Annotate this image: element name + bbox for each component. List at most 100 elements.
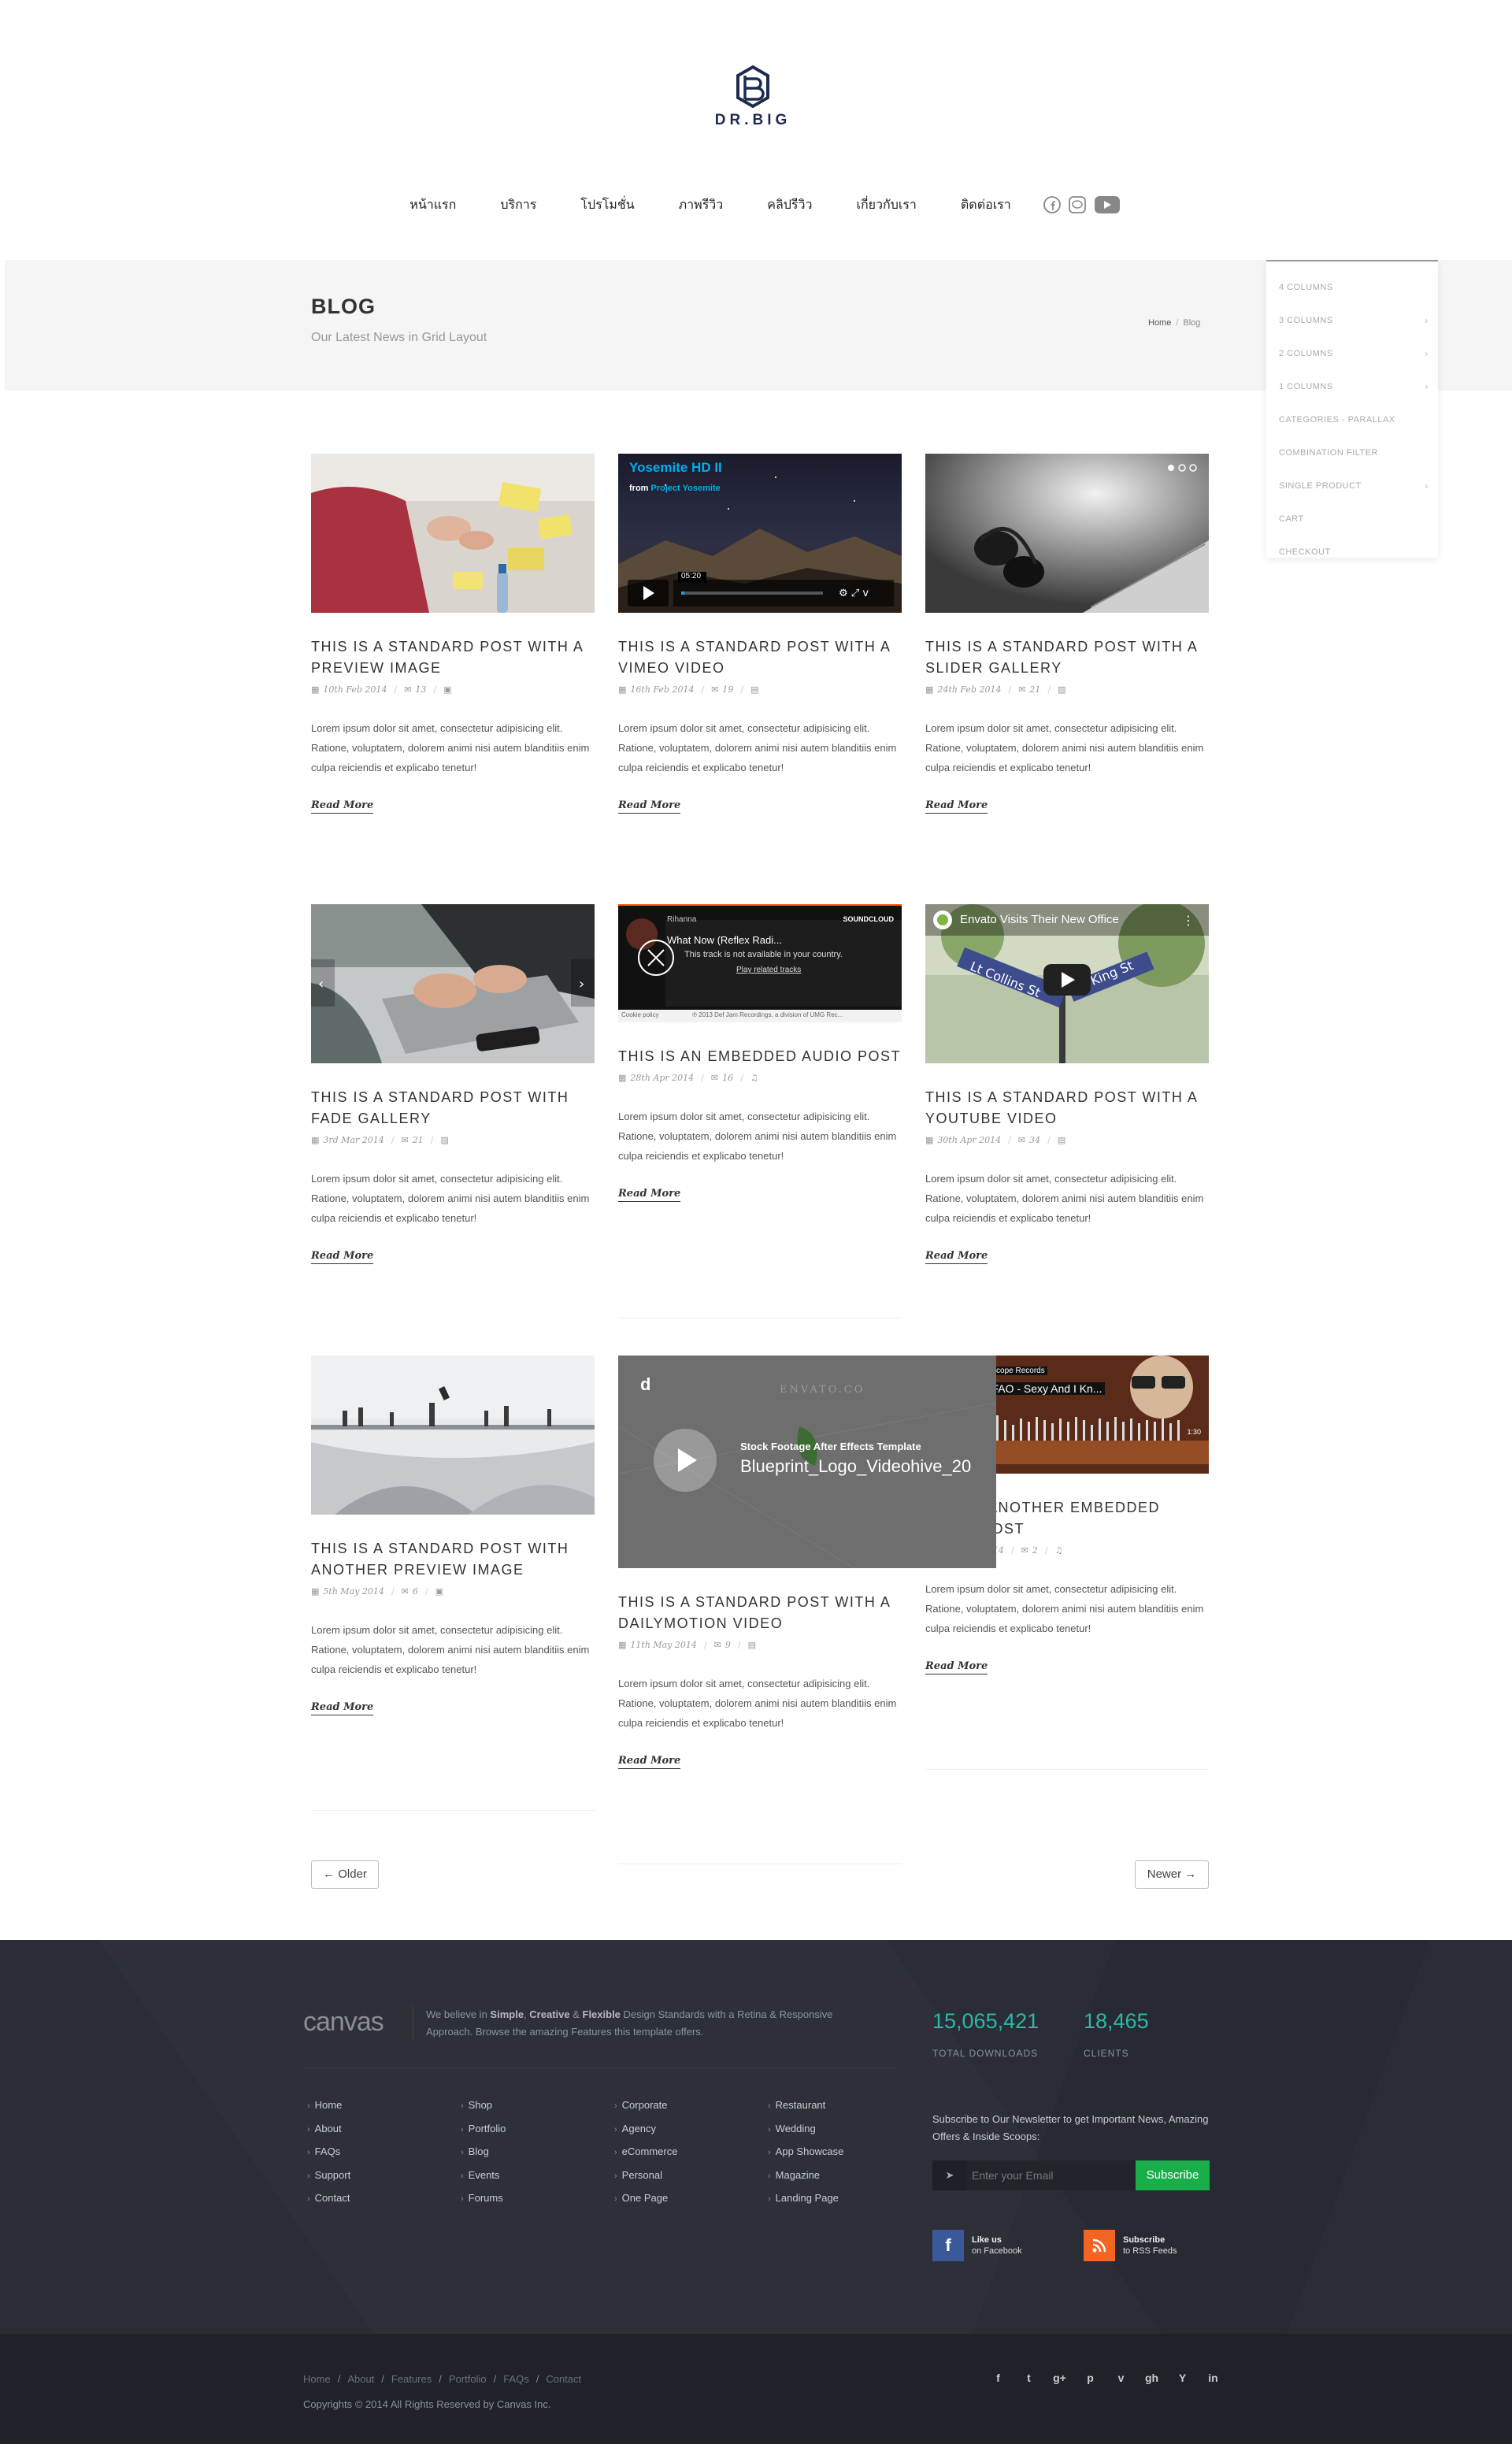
newer-button[interactable]: Newer →: [1135, 1860, 1209, 1889]
footer-link[interactable]: › Portfolio: [461, 2117, 506, 2141]
post-title[interactable]: THIS IS A STANDARD POST WITH A SLIDER GA…: [925, 636, 1209, 679]
subscribe-button[interactable]: Subscribe: [1136, 2160, 1210, 2190]
nav-photo-reviews[interactable]: ภาพรีวิว: [679, 195, 724, 215]
dropdown-item[interactable]: COMBINATION FILTER: [1266, 436, 1438, 469]
post-media[interactable]: [925, 454, 1209, 613]
line-icon[interactable]: [1068, 196, 1086, 213]
footer-link[interactable]: › Blog: [461, 2140, 506, 2164]
footer-link[interactable]: › Landing Page: [768, 2186, 843, 2210]
pinterest-icon[interactable]: p: [1075, 2372, 1106, 2384]
post-comments[interactable]: ✉ 13: [404, 684, 426, 695]
dropdown-item[interactable]: 4 COLUMNS: [1266, 271, 1438, 304]
copyright-link[interactable]: About: [347, 2373, 374, 2385]
post-comments[interactable]: ✉ 6: [402, 1586, 418, 1597]
youtube-title[interactable]: Envato Visits Their New Office: [960, 913, 1119, 926]
footer-link[interactable]: › Magazine: [768, 2164, 843, 2187]
post-media[interactable]: ‹ ›: [311, 904, 595, 1063]
dailymotion-logo[interactable]: d: [640, 1374, 650, 1395]
footer-link[interactable]: › One Page: [614, 2186, 677, 2210]
footer-link[interactable]: › Corporate: [614, 2094, 677, 2117]
post-title[interactable]: THIS IS A STANDARD POST WITH A PREVIEW I…: [311, 636, 595, 679]
dailymotion-embed[interactable]: d ENVATO.CO Stock Footage After Effects …: [618, 1356, 996, 1568]
dropdown-item[interactable]: CATEGORIES - PARALLAX: [1266, 403, 1438, 436]
facebook-icon[interactable]: f: [983, 2372, 1014, 2384]
post-media[interactable]: Rihanna SOUNDCLOUD What Now (Reflex Radi…: [618, 904, 902, 1022]
footer-link[interactable]: › Forums: [461, 2186, 506, 2210]
post-title[interactable]: THIS IS A STANDARD POST WITH A YOUTUBE V…: [925, 1087, 1209, 1129]
rss-subscribe-box[interactable]: Subscribe to RSS Feeds: [1084, 2230, 1177, 2261]
read-more-link[interactable]: Read More: [618, 1755, 681, 1769]
footer-link[interactable]: › About: [307, 2117, 350, 2141]
facebook-like-box[interactable]: f Like us on Facebook: [932, 2230, 1022, 2261]
vimeo-title[interactable]: Yosemite HD II: [629, 460, 722, 476]
dropdown-item[interactable]: 3 COLUMNS ›: [1266, 304, 1438, 337]
copyright-link[interactable]: Features: [391, 2373, 432, 2385]
read-more-link[interactable]: Read More: [311, 799, 374, 814]
logo[interactable]: DR.BIG: [698, 57, 808, 151]
dropdown-item[interactable]: 1 COLUMNS ›: [1266, 370, 1438, 403]
dropdown-item[interactable]: SINGLE PRODUCT ›: [1266, 469, 1438, 503]
soundcloud-logo[interactable]: SOUNDCLOUD: [843, 915, 895, 923]
footer-link[interactable]: › Wedding: [768, 2117, 843, 2141]
breadcrumb-home[interactable]: Home: [1148, 318, 1171, 328]
vimeo-icon[interactable]: v: [1106, 2372, 1136, 2384]
footer-link[interactable]: › Restaurant: [768, 2094, 843, 2117]
post-comments[interactable]: ✉ 34: [1018, 1135, 1040, 1145]
post-comments[interactable]: ✉ 19: [711, 684, 733, 695]
nav-promotions[interactable]: โปรโมชั่น: [580, 195, 634, 215]
post-title[interactable]: THIS IS AN EMBEDDED AUDIO POST: [618, 1046, 902, 1067]
dropdown-item[interactable]: 2 COLUMNS ›: [1266, 337, 1438, 370]
nav-home[interactable]: หน้าแรก: [410, 195, 456, 215]
post-title[interactable]: THIS IS A STANDARD POST WITH ANOTHER PRE…: [311, 1538, 595, 1581]
facebook-icon[interactable]: [1043, 196, 1061, 213]
read-more-link[interactable]: Read More: [618, 799, 681, 814]
post-comments[interactable]: ✉ 21: [1018, 684, 1040, 695]
footer-link[interactable]: › Home: [307, 2094, 350, 2117]
footer-link[interactable]: › Events: [461, 2164, 506, 2187]
read-more-link[interactable]: Read More: [311, 1250, 374, 1264]
post-comments[interactable]: ✉ 16: [711, 1073, 733, 1083]
dropdown-item[interactable]: CHECKOUT: [1266, 536, 1438, 569]
nav-services[interactable]: บริการ: [500, 195, 536, 215]
post-media[interactable]: [311, 1356, 595, 1515]
read-more-link[interactable]: Read More: [925, 1660, 988, 1674]
linkedin-icon[interactable]: in: [1198, 2372, 1228, 2384]
older-button[interactable]: ← Older: [311, 1860, 379, 1889]
nav-contact[interactable]: ติดต่อเรา: [961, 195, 1011, 215]
post-comments[interactable]: ✉ 2: [1021, 1545, 1038, 1556]
footer-link[interactable]: › Agency: [614, 2117, 677, 2141]
copyright-link[interactable]: Contact: [546, 2373, 581, 2385]
dropdown-item[interactable]: CART: [1266, 503, 1438, 536]
read-more-link[interactable]: Read More: [925, 799, 988, 814]
footer-link[interactable]: › App Showcase: [768, 2140, 843, 2164]
footer-link[interactable]: › Contact: [307, 2186, 350, 2210]
play-related-link[interactable]: Play related tracks: [736, 966, 801, 974]
copyright-link[interactable]: Home: [303, 2373, 331, 2385]
post-title[interactable]: THIS IS A STANDARD POST WITH FADE GALLER…: [311, 1087, 595, 1129]
yahoo-icon[interactable]: Y: [1167, 2372, 1198, 2384]
nav-clip-reviews[interactable]: คลิปรีวิว: [767, 195, 812, 215]
read-more-link[interactable]: Read More: [311, 1701, 374, 1715]
footer-link[interactable]: › eCommerce: [614, 2140, 677, 2164]
post-comments[interactable]: ✉ 9: [714, 1640, 731, 1650]
post-media[interactable]: ⚙ ⤢ v Yosemite HD II from Project Yosemi…: [618, 454, 902, 613]
read-more-link[interactable]: Read More: [618, 1188, 681, 1202]
nav-about[interactable]: เกี่ยวกับเรา: [857, 195, 917, 215]
twitter-icon[interactable]: t: [1014, 2372, 1044, 2384]
footer-logo[interactable]: canvas: [303, 2007, 384, 2038]
footer-link[interactable]: › Shop: [461, 2094, 506, 2117]
post-comments[interactable]: ✉ 21: [402, 1135, 424, 1145]
post-title[interactable]: THIS IS A STANDARD POST WITH A DAILYMOTI…: [618, 1592, 902, 1634]
footer-link[interactable]: › FAQs: [307, 2140, 350, 2164]
footer-link[interactable]: › Support: [307, 2164, 350, 2187]
github-icon[interactable]: gh: [1136, 2372, 1167, 2384]
footer-link[interactable]: › Personal: [614, 2164, 677, 2187]
youtube-icon[interactable]: [1094, 195, 1121, 214]
gplus-icon[interactable]: g+: [1044, 2372, 1075, 2384]
post-media[interactable]: Lt Collins St King St ⋮ Envato Visits Th…: [925, 904, 1209, 1063]
copyright-link[interactable]: Portfolio: [449, 2373, 487, 2385]
copyright-link[interactable]: FAQs: [503, 2373, 529, 2385]
email-field[interactable]: Enter your Email: [967, 2160, 1136, 2190]
post-media[interactable]: [311, 454, 595, 613]
post-title[interactable]: THIS IS A STANDARD POST WITH A VIMEO VID…: [618, 636, 902, 679]
